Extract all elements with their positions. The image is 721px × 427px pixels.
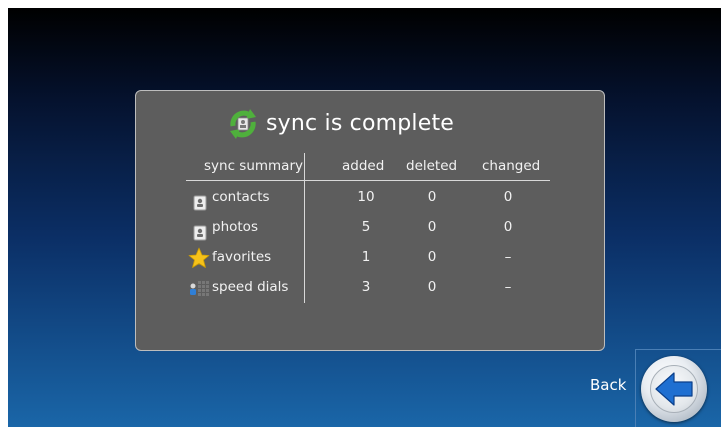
contact-card-icon [193, 195, 207, 211]
photos-changed: 0 [503, 219, 513, 235]
dialog-title: sync is complete [266, 110, 455, 136]
row-label-photos: photos [212, 219, 258, 235]
row-label-contacts: contacts [212, 189, 270, 205]
row-label-speed-dials: speed dials [212, 279, 289, 295]
speed-dial-icon [190, 281, 209, 296]
header-sync-summary: sync summary [204, 158, 303, 174]
back-label[interactable]: Back [590, 376, 626, 394]
photo-card-icon [193, 225, 207, 241]
row-label-favorites: favorites [212, 249, 272, 265]
star-icon [188, 247, 210, 268]
contacts-deleted: 0 [427, 189, 437, 205]
photos-added: 5 [361, 219, 371, 235]
favorites-added: 1 [361, 249, 371, 265]
sync-complete-dialog: sync is complete sync summary added dele… [135, 90, 605, 351]
favorites-deleted: 0 [427, 249, 437, 265]
sync-icon [230, 109, 256, 139]
favorites-changed: – [504, 249, 512, 265]
header-changed: changed [482, 158, 541, 174]
speed-dials-changed: – [504, 279, 512, 295]
header-added: added [342, 158, 385, 174]
header-divider [186, 180, 550, 181]
left-arrow-icon [655, 372, 693, 406]
back-button[interactable] [641, 356, 707, 422]
header-deleted: deleted [406, 158, 458, 174]
photos-deleted: 0 [427, 219, 437, 235]
contacts-added: 10 [357, 189, 375, 205]
speed-dials-deleted: 0 [427, 279, 437, 295]
contacts-changed: 0 [503, 189, 513, 205]
column-divider [304, 153, 305, 303]
speed-dials-added: 3 [361, 279, 371, 295]
screen: sync is complete sync summary added dele… [8, 8, 721, 427]
dialog-header: sync is complete [226, 103, 454, 143]
